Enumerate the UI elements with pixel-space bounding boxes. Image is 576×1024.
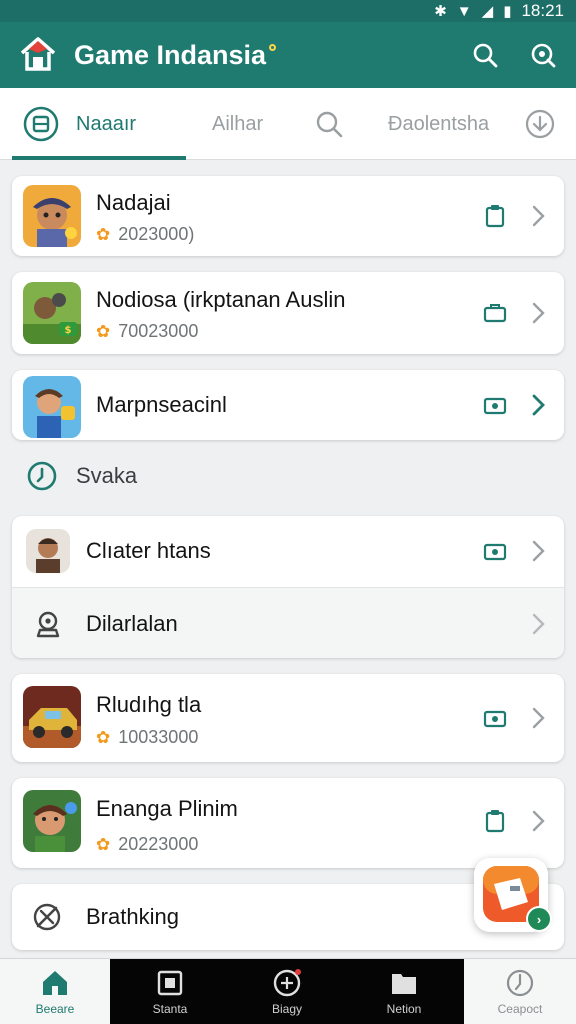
folder-icon [392, 974, 416, 994]
item-count: 10033000 [118, 727, 199, 747]
list-group: Clıater htans Dilarlalan [12, 516, 564, 658]
item-meta: ✿ 70023000 [96, 321, 198, 342]
home-icon [43, 971, 67, 995]
tab-naaair[interactable]: Naaaır [22, 88, 136, 160]
camera-icon[interactable] [482, 705, 508, 731]
item-meta: ✿ 10033000 [96, 727, 198, 748]
clipboard-icon[interactable] [482, 203, 508, 229]
tab-label: Naaaır [76, 112, 137, 135]
search-alt-icon [531, 43, 556, 68]
chevron-right-icon [532, 540, 545, 562]
battery-icon: ▮ [503, 3, 512, 20]
item-name: Enanga Plinim [96, 796, 238, 821]
item-count: 2023000) [118, 224, 195, 244]
title-badge-icon [269, 43, 277, 51]
item-meta: ✿ 2023000) [96, 224, 194, 245]
item-meta: ✿ 20223000 [96, 834, 198, 855]
tab-label: Ailhar [212, 112, 264, 135]
app-logo-icon [20, 37, 56, 71]
search-icon [316, 111, 343, 138]
list-item[interactable]: Dilarlalan [12, 587, 564, 658]
camera-icon[interactable] [482, 538, 508, 564]
nav-label: Stanta [152, 1002, 188, 1016]
item-name: Clıater htans [86, 538, 211, 563]
search-icon [473, 43, 498, 68]
chevron-right-icon [532, 394, 545, 416]
download-icon [525, 109, 555, 139]
chevron-right-icon [532, 205, 545, 227]
app-title: Game Indansia [74, 39, 267, 70]
item-name: Brathking [86, 904, 179, 929]
tab-daolentsha[interactable]: Ðaolentsha [388, 88, 489, 160]
nav-label: Netion [386, 1002, 422, 1016]
star-icon: ✿ [96, 834, 111, 854]
nav-item-stanta[interactable]: Stanta [140, 959, 200, 1024]
game-thumbnail [23, 686, 81, 748]
grid-icon [23, 106, 59, 142]
status-time: 18:21 [521, 1, 564, 20]
star-icon: ✿ [96, 321, 111, 341]
svg-text:$: $ [65, 325, 72, 336]
game-thumbnail [23, 376, 81, 438]
tools-icon [33, 903, 61, 931]
item-name: Rludıhg tla [96, 692, 202, 717]
nav-label: Ceapoct [497, 1002, 543, 1016]
list-item[interactable]: Rludıhg tla ✿ 10033000 [12, 674, 564, 762]
nav-item-home[interactable]: Beeare [26, 959, 84, 1024]
item-name: Nadajai [96, 190, 171, 215]
signal-icon: ◢ [481, 3, 494, 20]
nav-item-biagy[interactable]: Biagy [256, 959, 318, 1024]
nav-label: Beeare [35, 1002, 75, 1016]
clipboard-icon[interactable] [482, 808, 508, 834]
item-name: Dilarlalan [86, 611, 178, 636]
tab-ailhar[interactable]: Ailhar [212, 88, 263, 160]
wifi-icon: ▼ [456, 2, 472, 20]
game-thumbnail [23, 790, 81, 852]
list-item[interactable]: Marpnseacinl [12, 370, 564, 440]
game-list: Nadajai ✿ 2023000) $ Nodiosa (irkptanan … [0, 160, 576, 958]
section-label: Svaka [76, 463, 138, 488]
item-count: 20223000 [118, 834, 199, 854]
chevron-right-icon [532, 810, 545, 832]
chevron-right-icon [532, 302, 545, 324]
game-thumbnail [23, 185, 81, 247]
item-name: Marpnseacinl [96, 392, 227, 417]
camera-icon[interactable] [482, 392, 508, 418]
chevron-right-icon [532, 707, 545, 729]
search-button[interactable] [466, 36, 504, 74]
bluetooth-icon: ✱ [434, 3, 447, 20]
fab-arrow-icon[interactable]: › [526, 906, 552, 932]
chevron-right-icon [532, 613, 545, 635]
tab-search[interactable] [314, 88, 344, 160]
list-item[interactable]: Enanga Plinim ✿ 20223000 [12, 778, 564, 868]
game-thumbnail: $ [23, 282, 81, 344]
game-thumbnail [26, 529, 70, 573]
nav-item-ceapoct[interactable]: Ceapoct [490, 959, 550, 1024]
search-alt-button[interactable] [524, 36, 562, 74]
status-bar: ✱ ▼ ◢ ▮ 18:21 [0, 0, 576, 22]
tab-bar: Naaaır Ailhar Ðaolentsha [0, 88, 576, 160]
nav-label: Biagy [271, 1002, 303, 1016]
star-icon: ✿ [96, 727, 111, 747]
bottom-nav: Beeare Stanta Biagy Netion Ceapoct [0, 958, 576, 1024]
lock-icon [36, 611, 60, 638]
list-item[interactable]: Clıater htans [12, 516, 564, 586]
app-bar: Game Indansia [0, 22, 576, 88]
section-header: Svaka [26, 460, 137, 492]
tab-download[interactable] [524, 88, 556, 160]
item-name: Nodiosa (irkptanan Auslin [96, 287, 346, 312]
star-icon: ✿ [96, 224, 111, 244]
nav-item-netion[interactable]: Netion [374, 959, 434, 1024]
puzzle-icon [157, 970, 183, 996]
clock-icon [506, 969, 534, 997]
clock-icon [27, 461, 57, 491]
tab-label: Ðaolentsha [388, 112, 490, 135]
briefcase-icon[interactable] [482, 300, 508, 326]
list-item[interactable]: Nadajai ✿ 2023000) [12, 176, 564, 256]
item-count: 70023000 [118, 321, 199, 341]
gamepad-icon [273, 969, 301, 997]
list-item[interactable]: $ Nodiosa (irkptanan Auslin ✿ 70023000 [12, 272, 564, 354]
